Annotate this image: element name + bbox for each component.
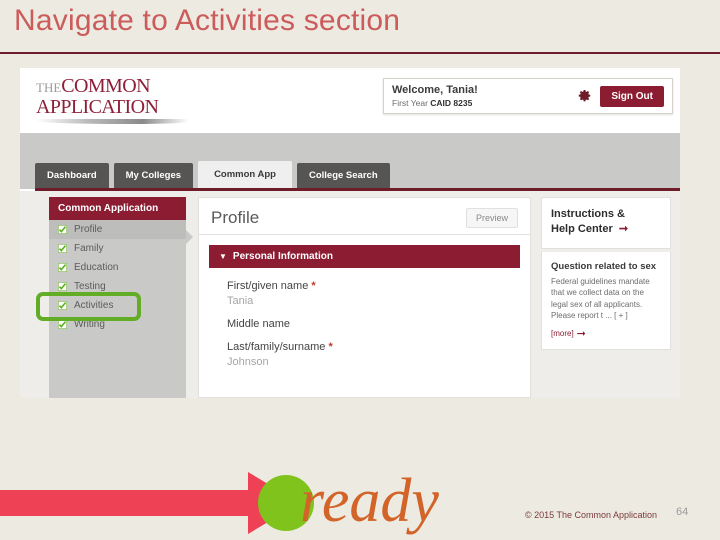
sidebar-title: Common Application xyxy=(49,197,186,220)
sign-out-button[interactable]: Sign Out xyxy=(600,85,664,107)
personal-information-section-header[interactable]: ▼ Personal Information xyxy=(209,245,520,268)
checkbox-checked-icon xyxy=(58,282,67,291)
field-label-text: Middle name xyxy=(227,318,290,330)
logo-line2: APPLICATION xyxy=(36,96,159,118)
checkbox-checked-icon xyxy=(58,244,67,253)
sidebar-item-label: Family xyxy=(74,243,104,254)
checkbox-checked-icon xyxy=(58,301,67,310)
preview-button[interactable]: Preview xyxy=(465,208,518,228)
common-app-logo: THECOMMON APPLICATION xyxy=(36,76,196,124)
welcome-caid: CAID 8235 xyxy=(430,97,473,108)
copyright-text: © 2015 The Common Application xyxy=(525,510,658,520)
page-number: 64 xyxy=(676,506,689,518)
personal-information-fields: First/given name * Tania Middle name Las… xyxy=(199,268,530,368)
sidebar-item-activities[interactable]: Activities xyxy=(49,296,186,315)
field-middle-name: Middle name xyxy=(227,318,520,330)
nav-tabs: Dashboard My Colleges Common App College… xyxy=(20,161,680,190)
arrow-shaft xyxy=(0,490,255,516)
field-label-text: Last/family/surname xyxy=(227,341,326,353)
welcome-year: First Year xyxy=(392,97,428,108)
help-question-title: Question related to sex xyxy=(551,260,657,272)
help-more-label: [more] xyxy=(551,329,574,339)
sidebar-pointer-icon xyxy=(186,230,193,244)
sidebar-item-writing[interactable]: Writing xyxy=(49,315,186,334)
required-asterisk: * xyxy=(328,341,333,353)
field-value[interactable]: Johnson xyxy=(227,356,520,368)
app-header: THECOMMON APPLICATION Welcome, Tania! Fi… xyxy=(20,68,680,133)
logo-line1: COMMON xyxy=(61,75,150,97)
required-asterisk: * xyxy=(311,280,316,292)
arrow-icon: ➞ xyxy=(576,328,586,341)
help-heading-line1: Instructions & xyxy=(551,208,625,220)
field-value[interactable]: Tania xyxy=(227,295,520,307)
help-heading-line2: Help Center xyxy=(551,222,613,235)
logo-swoosh xyxy=(36,119,188,124)
tab-dashboard[interactable]: Dashboard xyxy=(35,163,109,189)
welcome-box: Welcome, Tania! First Year CAID 8235 Sig… xyxy=(383,78,673,114)
help-center-header[interactable]: Instructions & Help Center ➞ xyxy=(541,197,671,249)
sidebar-item-label: Education xyxy=(74,262,119,273)
checkbox-checked-icon xyxy=(58,320,67,329)
help-question-text: Federal guidelines mandate that we colle… xyxy=(551,276,650,321)
chevron-down-icon: ▼ xyxy=(219,252,227,261)
screenshot-image: THECOMMON APPLICATION Welcome, Tania! Fi… xyxy=(20,68,680,398)
sidebar-item-label: Writing xyxy=(74,319,105,330)
page-title: Navigate to Activities section xyxy=(14,4,401,37)
ready-wordmark: ready xyxy=(300,467,439,535)
help-more-link[interactable]: [more] ➞ xyxy=(551,327,661,340)
sidebar-item-label: Testing xyxy=(74,281,106,292)
field-last-name: Last/family/surname * Johnson xyxy=(227,341,520,368)
tab-strip-background xyxy=(20,133,680,163)
sidebar-item-family[interactable]: Family xyxy=(49,239,186,258)
sidebar-item-testing[interactable]: Testing xyxy=(49,277,186,296)
application-sidebar: Common Application Profile Family Educat… xyxy=(49,197,193,398)
checkbox-checked-icon xyxy=(58,225,67,234)
tab-college-search[interactable]: College Search xyxy=(296,163,390,189)
field-first-name: First/given name * Tania xyxy=(227,280,520,307)
tab-common-app[interactable]: Common App xyxy=(198,161,292,190)
help-panel: Instructions & Help Center ➞ Question re… xyxy=(541,197,671,398)
app-body: Common Application Profile Family Educat… xyxy=(20,191,680,398)
sidebar-item-label: Profile xyxy=(74,224,103,235)
sidebar-item-profile[interactable]: Profile xyxy=(49,220,186,239)
panel-header: Profile Preview xyxy=(199,198,530,235)
checkbox-checked-icon xyxy=(58,263,67,272)
gear-icon[interactable] xyxy=(577,89,592,104)
sidebar-item-education[interactable]: Education xyxy=(49,258,186,277)
welcome-name: Welcome, Tania! xyxy=(392,83,478,96)
help-question-card: Question related to sex Federal guidelin… xyxy=(541,251,671,351)
profile-title: Profile xyxy=(211,208,260,227)
section-label: Personal Information xyxy=(232,251,333,262)
logo-the: THE xyxy=(36,80,62,95)
profile-panel: Profile Preview ▼ Personal Information F… xyxy=(198,197,531,398)
arrow-icon: ➞ xyxy=(618,222,629,235)
field-label-text: First/given name xyxy=(227,280,309,292)
sidebar-item-label: Activities xyxy=(74,300,114,311)
title-divider xyxy=(0,52,720,54)
tab-my-colleges[interactable]: My Colleges xyxy=(113,163,194,189)
ready-logo-graphic: ready xyxy=(0,467,460,540)
